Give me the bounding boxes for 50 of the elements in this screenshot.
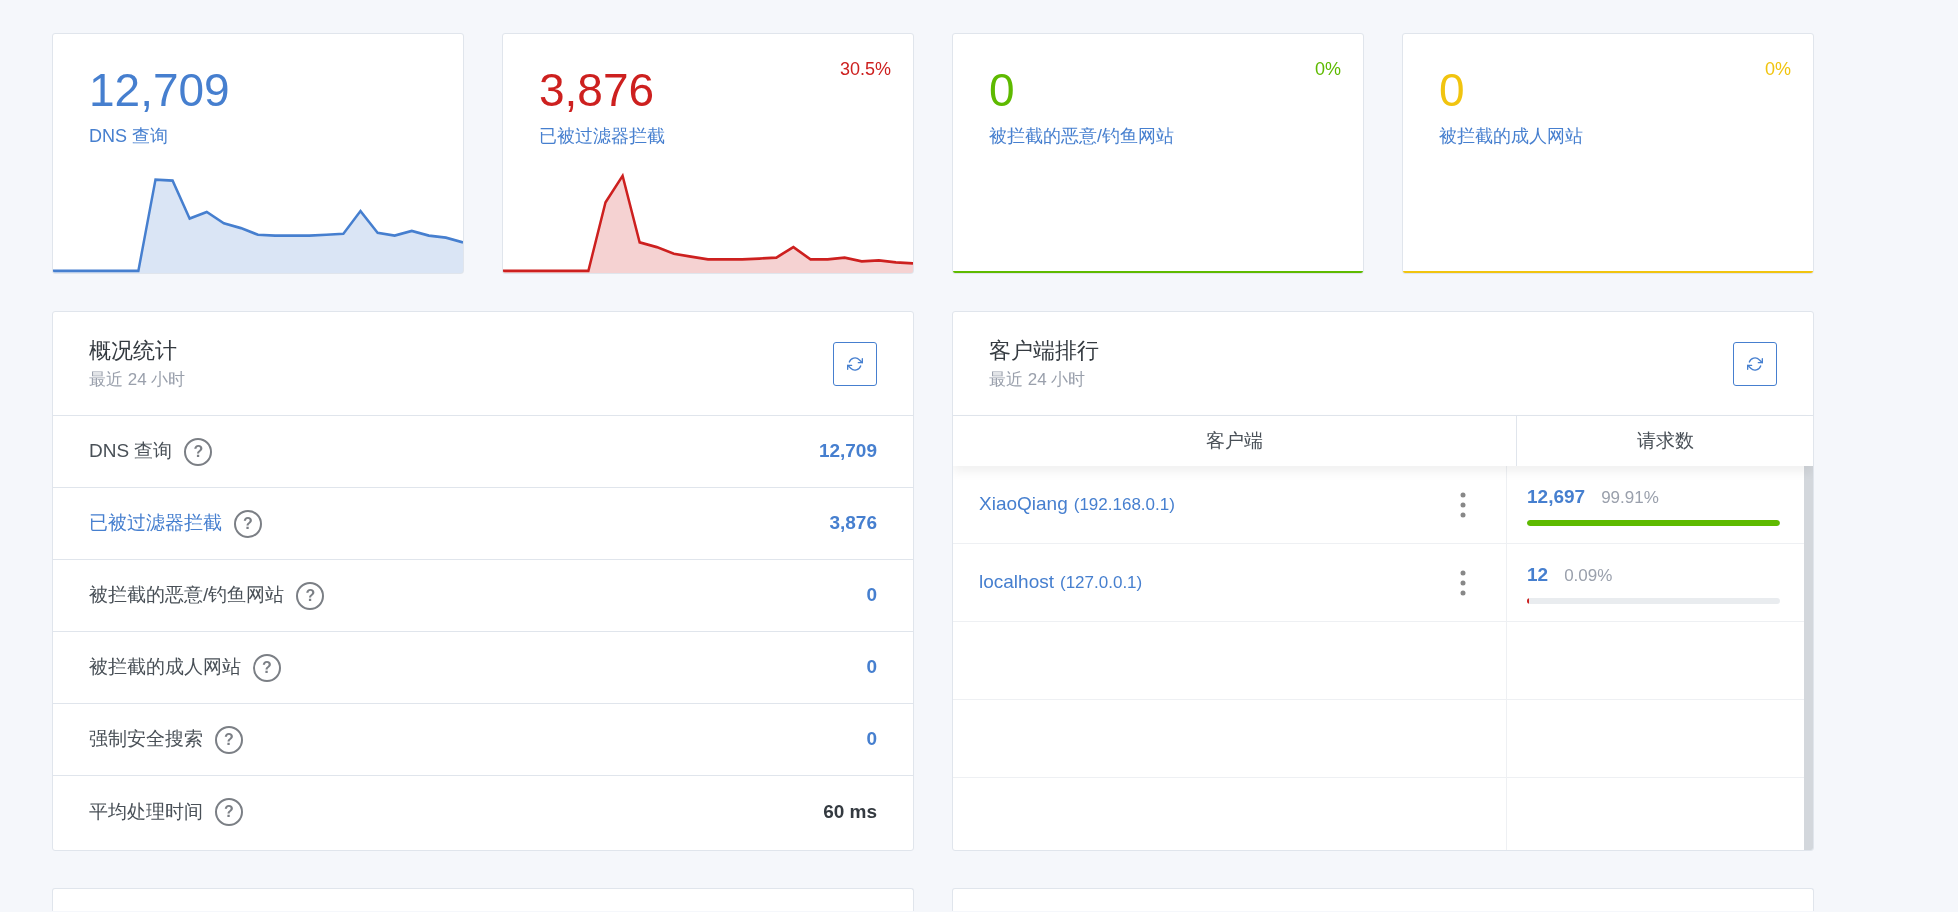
stat-link[interactable]: 已被过滤器拦截 <box>89 509 222 538</box>
card-subtitle: 最近 24 小时 <box>989 368 1087 391</box>
help-icon[interactable]: ? <box>215 725 243 754</box>
stat-label: 被拦截的成人网站 <box>89 655 241 680</box>
stat-value: 0 <box>989 63 1015 118</box>
more-icon[interactable] <box>1460 569 1466 596</box>
card-title: 概况统计 <box>89 336 178 365</box>
more-icon[interactable] <box>1460 491 1466 518</box>
stat-value: 60 ms <box>823 799 877 824</box>
stat-label: 强制安全搜索 <box>89 727 203 752</box>
stat-value: 0 <box>866 583 877 608</box>
stat-label: 被拦截的恶意/钓鱼网站 <box>89 583 285 608</box>
help-icon[interactable]: ? <box>234 509 262 538</box>
refresh-button[interactable] <box>1733 341 1777 386</box>
stat-value: 12,709 <box>89 63 230 118</box>
client-ip: (192.168.0.1) <box>1073 494 1175 517</box>
help-icon[interactable]: ? <box>184 437 213 466</box>
stat-value: 12,709 <box>818 439 877 464</box>
request-count: 12,697 <box>1527 485 1586 510</box>
stat-label: 平均处理时间 <box>89 799 203 824</box>
client-ip: (127.0.0.1) <box>1060 572 1143 595</box>
stat-label: DNS 查询 <box>89 125 169 148</box>
help-icon[interactable]: ? <box>253 653 281 682</box>
scrollbar[interactable] <box>1804 466 1813 850</box>
help-icon[interactable]: ? <box>215 798 243 826</box>
client-link[interactable]: XiaoQiang <box>979 490 1068 519</box>
refresh-button[interactable] <box>833 341 877 386</box>
stat-label: 已被过滤器拦截 <box>539 125 666 148</box>
stat-value: 0 <box>866 655 877 680</box>
card-subtitle: 最近 24 小时 <box>89 368 186 391</box>
request-percent: 99.91% <box>1601 487 1659 510</box>
stat-percent: 0% <box>1765 58 1791 81</box>
request-count: 12 <box>1527 563 1549 588</box>
refresh-icon <box>847 355 863 372</box>
stat-percent: 0% <box>1315 58 1341 81</box>
stat-label: DNS 查询 <box>89 439 173 464</box>
request-percent: 0.09% <box>1564 565 1613 588</box>
stat-label: 被拦截的恶意/钓鱼网站 <box>989 125 1175 148</box>
refresh-icon <box>1747 355 1763 372</box>
stat-value: 0 <box>1439 63 1465 118</box>
stat-percent: 30.5% <box>839 58 891 81</box>
card-title: 客户端排行 <box>989 336 1099 365</box>
stat-value: 0 <box>866 727 877 752</box>
column-header: 请求数 <box>1635 428 1695 453</box>
stat-value: 3,876 <box>539 63 655 118</box>
column-header: 客户端 <box>953 416 1517 466</box>
stat-label: 被拦截的成人网站 <box>1439 125 1584 148</box>
help-icon[interactable]: ? <box>296 581 325 610</box>
stat-value: 3,876 <box>829 511 877 536</box>
client-link[interactable]: localhost <box>979 568 1054 597</box>
